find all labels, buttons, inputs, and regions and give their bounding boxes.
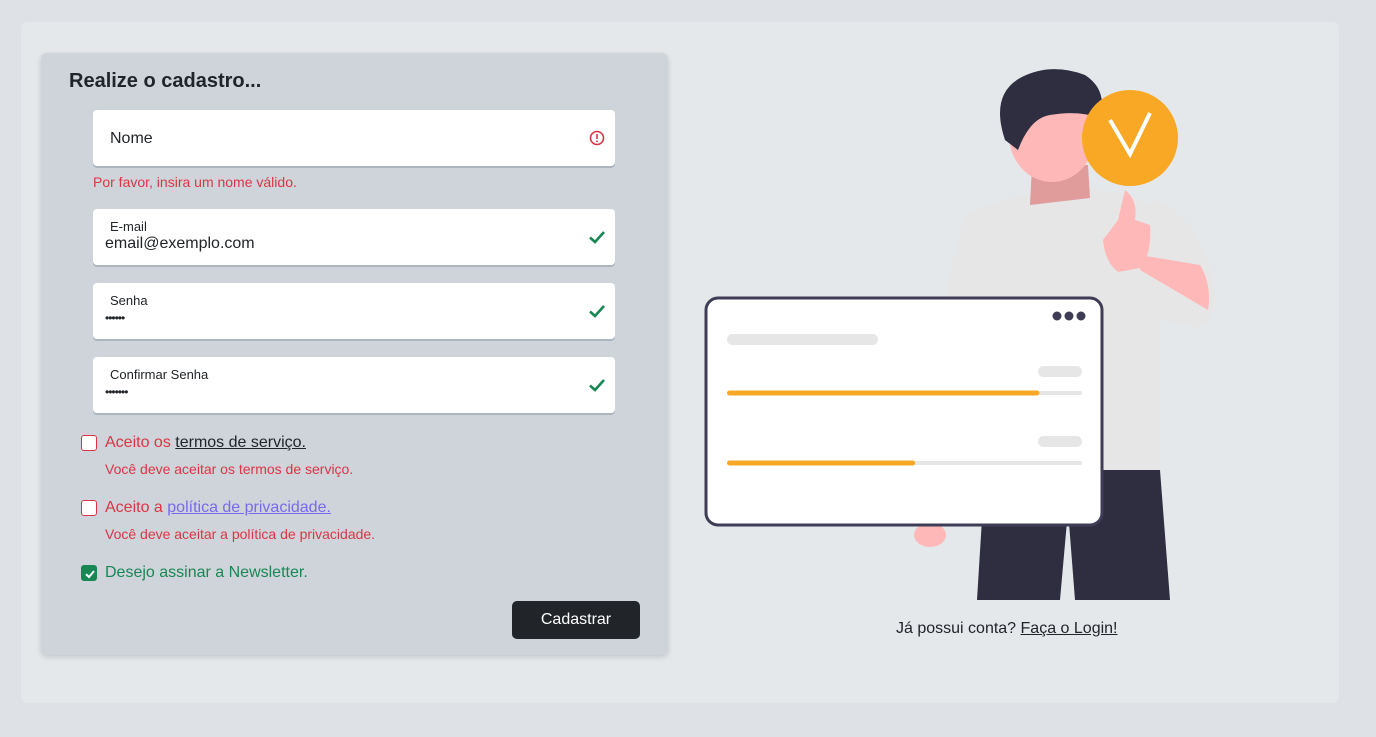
terms-label: Aceito os termos de serviço. (105, 434, 306, 452)
password-field[interactable]: Senha •••••• (93, 283, 615, 339)
terms-checkbox[interactable] (81, 435, 97, 451)
person-illustration (704, 69, 1215, 600)
confirm-password-label: Confirmar Senha (110, 367, 209, 382)
password-label: Senha (110, 293, 148, 308)
login-prompt-text: Já possui conta? (896, 620, 1021, 637)
privacy-row: Aceito a política de privacidade. (81, 498, 331, 518)
terms-link[interactable]: termos de serviço. (175, 434, 306, 451)
privacy-error-message: Você deve aceitar a política de privacid… (105, 526, 376, 542)
valid-check-icon (589, 305, 605, 318)
submit-button[interactable]: Cadastrar (512, 601, 640, 639)
name-error-message: Por favor, insira um nome válido. (93, 174, 297, 190)
form-title: Realize o cadastro... (69, 70, 262, 92)
error-icon (589, 130, 605, 146)
terms-row: Aceito os termos de serviço. (81, 433, 306, 453)
email-field[interactable]: E-mail email@exemplo.com (93, 209, 615, 265)
privacy-label: Aceito a política de privacidade. (105, 499, 331, 517)
confirm-password-value: ••••••• (105, 385, 128, 399)
valid-check-icon (589, 379, 605, 392)
privacy-prefix: Aceito a (105, 499, 168, 516)
terms-error-message: Você deve aceitar os termos de serviço. (105, 461, 354, 477)
email-label: E-mail (110, 219, 147, 234)
privacy-link[interactable]: política de privacidade. (167, 499, 331, 516)
checkbox-check-icon (85, 570, 95, 579)
newsletter-row: Desejo assinar a Newsletter. (81, 563, 308, 583)
name-label: Nome (110, 130, 153, 147)
newsletter-label: Desejo assinar a Newsletter. (105, 564, 308, 581)
privacy-checkbox[interactable] (81, 500, 97, 516)
password-value: •••••• (105, 311, 125, 325)
terms-prefix: Aceito os (105, 434, 176, 451)
name-field[interactable]: Nome (93, 110, 615, 166)
login-link[interactable]: Faça o Login! (1021, 620, 1118, 637)
newsletter-checkbox[interactable] (81, 565, 97, 581)
valid-check-icon (589, 231, 605, 244)
confirm-password-field[interactable]: Confirmar Senha ••••••• (93, 357, 615, 413)
email-value: email@exemplo.com (105, 235, 255, 252)
login-prompt: Já possui conta? Faça o Login! (896, 620, 1117, 638)
